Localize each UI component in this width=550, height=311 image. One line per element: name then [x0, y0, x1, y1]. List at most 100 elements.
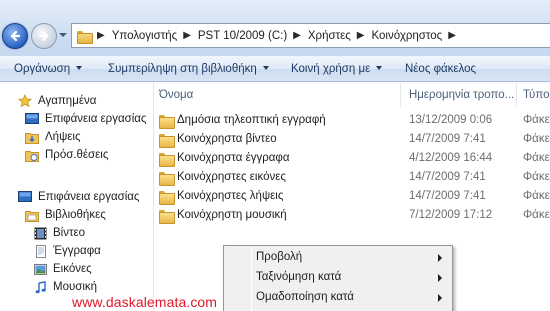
folder-icon	[159, 134, 175, 148]
column-header-name-label: Όνομα	[159, 89, 194, 101]
file-type: Φάκε	[523, 152, 550, 164]
file-type: Φάκε	[523, 190, 550, 202]
file-type: Φάκε	[523, 133, 550, 145]
chevron-right-icon[interactable]: ▶	[293, 30, 301, 41]
breadcrumb-drive[interactable]: PST 10/2009 (C:)	[198, 30, 287, 42]
nav-desktop-label: Επιφάνεια εργασίας	[38, 191, 140, 203]
menu-item-group-by[interactable]: Ομαδοποίηση κατά	[226, 288, 450, 308]
chevron-down-icon	[76, 66, 83, 70]
table-row[interactable]: Κοινόχρηστες λήψεις 14/7/2009 7:41 Φάκε	[154, 188, 550, 207]
file-name: Κοινόχρηστα έγγραφα	[177, 152, 290, 164]
chevron-right-icon[interactable]: ▶	[97, 30, 105, 41]
folder-icon	[77, 30, 93, 44]
folder-icon	[159, 153, 175, 167]
breadcrumb-computer[interactable]: Υπολογιστής	[112, 30, 177, 42]
menu-item-label: Προβολή	[256, 251, 303, 263]
file-name: Δημόσια τηλεοπτική εγγραφή	[177, 114, 326, 126]
folder-icon	[159, 191, 175, 205]
menu-item-sort-by[interactable]: Ταξινόμηση κατά	[226, 268, 450, 288]
column-header-type-label: Τύπο	[523, 89, 550, 101]
forward-arrow-icon	[38, 30, 49, 42]
file-type: Φάκε	[523, 171, 550, 183]
nav-item-videos[interactable]: Βίντεο	[32, 224, 85, 242]
file-name: Κοινόχρηστα βίντεο	[177, 133, 277, 145]
desktop-icon	[24, 111, 40, 127]
file-name: Κοινόχρηστες εικόνες	[177, 171, 286, 183]
file-name: Κοινόχρηστη μουσική	[177, 209, 287, 221]
watermark: www.daskalemata.com	[72, 294, 218, 310]
table-row[interactable]: Κοινόχρηστα βίντεο 14/7/2009 7:41 Φάκε	[154, 131, 550, 150]
table-row[interactable]: Κοινόχρηστη μουσική 7/12/2009 17:12 Φάκε	[154, 207, 550, 226]
nav-item-label: Επιφάνεια εργασίας	[45, 113, 147, 125]
back-arrow-icon	[10, 30, 21, 42]
nav-item-desktop-fav[interactable]: Επιφάνεια εργασίας	[24, 110, 146, 128]
share-with-label: Κοινή χρήση με	[291, 63, 371, 75]
breadcrumb-users[interactable]: Χρήστες	[308, 30, 351, 42]
navigation-pane: Αγαπημένα Επιφάνεια εργασίας Λήψεις Πρόσ…	[0, 83, 153, 311]
nav-item-label: Εικόνες	[53, 263, 92, 275]
context-menu: Προβολή Ταξινόμηση κατά Ομαδοποίηση κατά	[223, 245, 453, 311]
nav-item-label: Πρόσ.θέσεις	[45, 149, 109, 161]
nav-libraries[interactable]: Βιβλιοθήκες	[24, 206, 106, 224]
libraries-icon	[24, 207, 40, 223]
command-bar: Οργάνωση Συμπερίληψη στη βιβλιοθήκη Κοιν…	[0, 56, 550, 82]
chevron-right-icon[interactable]: ▶	[357, 30, 365, 41]
menu-item-view[interactable]: Προβολή	[226, 248, 450, 268]
back-button[interactable]	[2, 23, 28, 49]
nav-item-downloads[interactable]: Λήψεις	[24, 128, 81, 146]
share-with-button[interactable]: Κοινή χρήση με	[291, 63, 383, 75]
menu-item-label: Ταξινόμηση κατά	[256, 271, 342, 283]
file-date: 14/7/2009 7:41	[409, 133, 486, 145]
nav-item-pictures[interactable]: Εικόνες	[32, 260, 92, 278]
file-date: 13/12/2009 0:06	[409, 114, 493, 126]
column-header-date[interactable]: Ημερομηνία τροπο...	[404, 83, 516, 107]
chevron-right-icon[interactable]: ▶	[448, 30, 456, 41]
column-header-name[interactable]: Όνομα	[154, 83, 400, 107]
nav-libraries-label: Βιβλιοθήκες	[45, 209, 106, 221]
table-row[interactable]: Κοινόχρηστα έγγραφα 4/12/2009 16:44 Φάκε	[154, 150, 550, 169]
include-in-library-button[interactable]: Συμπερίληψη στη βιβλιοθήκη	[108, 63, 269, 75]
desktop-icon	[17, 189, 33, 205]
star-icon	[17, 93, 33, 109]
submenu-arrow-icon	[438, 274, 442, 282]
recent-places-icon	[24, 147, 40, 163]
breadcrumb-public[interactable]: Κοινόχρηστος	[372, 30, 443, 42]
chevron-down-icon	[262, 66, 269, 70]
file-date: 14/7/2009 7:41	[409, 171, 486, 183]
file-name: Κοινόχρηστες λήψεις	[177, 190, 284, 202]
nav-item-label: Λήψεις	[45, 131, 81, 143]
file-type: Φάκε	[523, 209, 550, 221]
organize-button[interactable]: Οργάνωση	[14, 63, 83, 75]
chevron-down-icon	[376, 66, 383, 70]
film-icon	[32, 225, 48, 241]
submenu-arrow-icon	[438, 294, 442, 302]
file-date: 14/7/2009 7:41	[409, 190, 486, 202]
nav-item-recent-places[interactable]: Πρόσ.θέσεις	[24, 146, 108, 164]
column-divider[interactable]	[516, 83, 517, 107]
folder-icon	[159, 115, 175, 129]
pictures-icon	[32, 261, 48, 277]
organize-label: Οργάνωση	[14, 63, 71, 75]
file-date: 7/12/2009 17:12	[409, 209, 493, 221]
include-library-label: Συμπερίληψη στη βιβλιοθήκη	[108, 63, 257, 75]
folder-icon	[159, 172, 175, 186]
chevron-right-icon[interactable]: ▶	[183, 30, 191, 41]
nav-favorites-label: Αγαπημένα	[38, 95, 97, 107]
forward-button[interactable]	[31, 23, 57, 49]
documents-icon	[32, 243, 48, 259]
nav-desktop[interactable]: Επιφάνεια εργασίας	[17, 188, 139, 206]
new-folder-button[interactable]: Νέος φάκελος	[405, 63, 476, 75]
recent-pages-dropdown[interactable]	[59, 33, 67, 37]
address-bar[interactable]: ▶ Υπολογιστής ▶ PST 10/2009 (C:) ▶ Χρήστ…	[71, 23, 550, 48]
column-divider[interactable]	[400, 83, 401, 107]
downloads-folder-icon	[24, 129, 40, 145]
file-date: 4/12/2009 16:44	[409, 152, 493, 164]
address-bar-area: ▶ Υπολογιστής ▶ PST 10/2009 (C:) ▶ Χρήστ…	[0, 0, 550, 56]
table-row[interactable]: Δημόσια τηλεοπτική εγγραφή 13/12/2009 0:…	[154, 112, 550, 131]
column-header-date-label: Ημερομηνία τροπο...	[409, 89, 515, 101]
table-row[interactable]: Κοινόχρηστες εικόνες 14/7/2009 7:41 Φάκε	[154, 169, 550, 188]
nav-item-documents[interactable]: Έγγραφα	[32, 242, 101, 260]
column-header-type[interactable]: Τύπο	[518, 83, 550, 107]
music-note-icon	[32, 279, 48, 295]
nav-favorites[interactable]: Αγαπημένα	[17, 92, 96, 110]
